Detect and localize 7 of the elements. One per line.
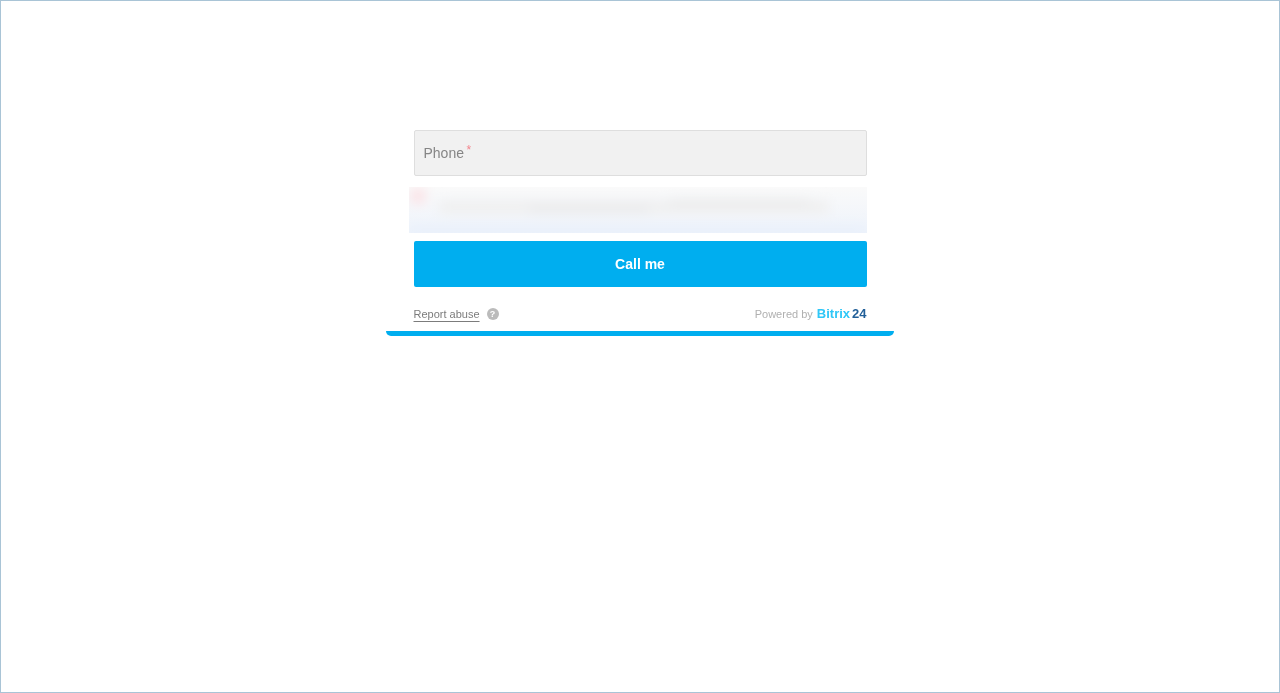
required-mark: * bbox=[466, 144, 472, 156]
help-icon[interactable]: ? bbox=[486, 307, 499, 320]
call-me-button[interactable]: Call me bbox=[413, 241, 867, 287]
powered-by-text: Powered by bbox=[754, 307, 813, 320]
report-abuse-link[interactable]: Report abuse bbox=[413, 307, 480, 320]
logo-number[interactable]: 24 bbox=[852, 306, 867, 321]
logo-name[interactable]: Bitrix bbox=[816, 306, 851, 321]
